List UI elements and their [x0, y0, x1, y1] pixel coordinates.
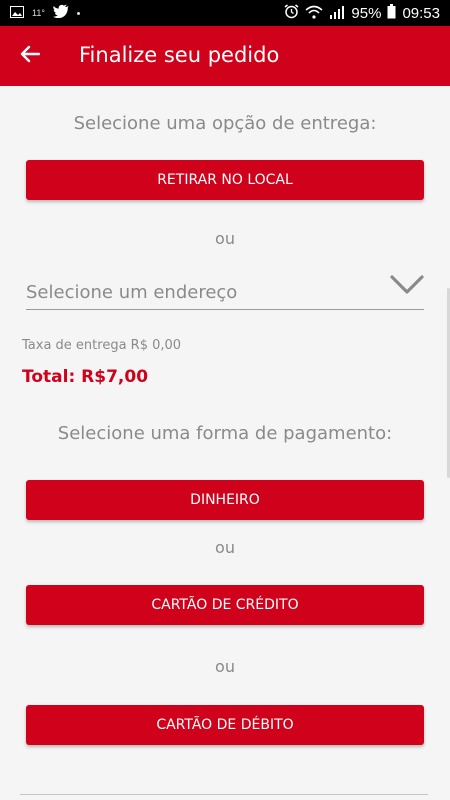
- address-placeholder: Selecione um endereço: [26, 282, 238, 303]
- image-icon: [10, 5, 24, 22]
- address-select[interactable]: Selecione um endereço: [26, 274, 424, 310]
- status-bar: 11° 95% 09:53: [0, 0, 450, 26]
- chevron-down-icon[interactable]: [390, 274, 424, 296]
- or-separator: ou: [215, 657, 235, 676]
- status-left: 11°: [10, 4, 80, 22]
- app-bar: Finalize seu pedido: [0, 26, 450, 86]
- payment-section-title: Selecione uma forma de pagamento:: [57, 423, 393, 444]
- notification-dot-icon: [76, 11, 80, 15]
- or-separator: ou: [215, 229, 235, 248]
- temperature-text: 11°: [32, 8, 45, 18]
- battery-percent: 95%: [351, 5, 382, 22]
- debit-card-button[interactable]: CARTÃO DE DÉBITO: [26, 705, 424, 745]
- delivery-fee: Taxa de entrega R$ 0,00: [22, 338, 182, 353]
- order-total: Total: R$7,00: [22, 367, 149, 387]
- signal-icon: [329, 5, 345, 23]
- cash-button[interactable]: DINHEIRO: [26, 480, 424, 520]
- battery-icon: [387, 4, 396, 23]
- wifi-icon: [305, 5, 323, 23]
- page-title: Finalize seu pedido: [79, 43, 280, 67]
- clock: 09:53: [402, 5, 440, 22]
- arrow-left-icon: [20, 45, 41, 67]
- divider: [20, 794, 428, 795]
- delivery-section-title: Selecione uma opção de entrega:: [73, 113, 377, 134]
- twitter-icon: [52, 4, 69, 22]
- alarm-icon: [284, 4, 299, 23]
- status-right: 95% 09:53: [284, 4, 440, 23]
- credit-card-button[interactable]: CARTÃO DE CRÉDITO: [26, 585, 424, 625]
- back-button[interactable]: [14, 40, 46, 72]
- pickup-button[interactable]: RETIRAR NO LOCAL: [26, 160, 424, 200]
- or-separator: ou: [215, 538, 235, 557]
